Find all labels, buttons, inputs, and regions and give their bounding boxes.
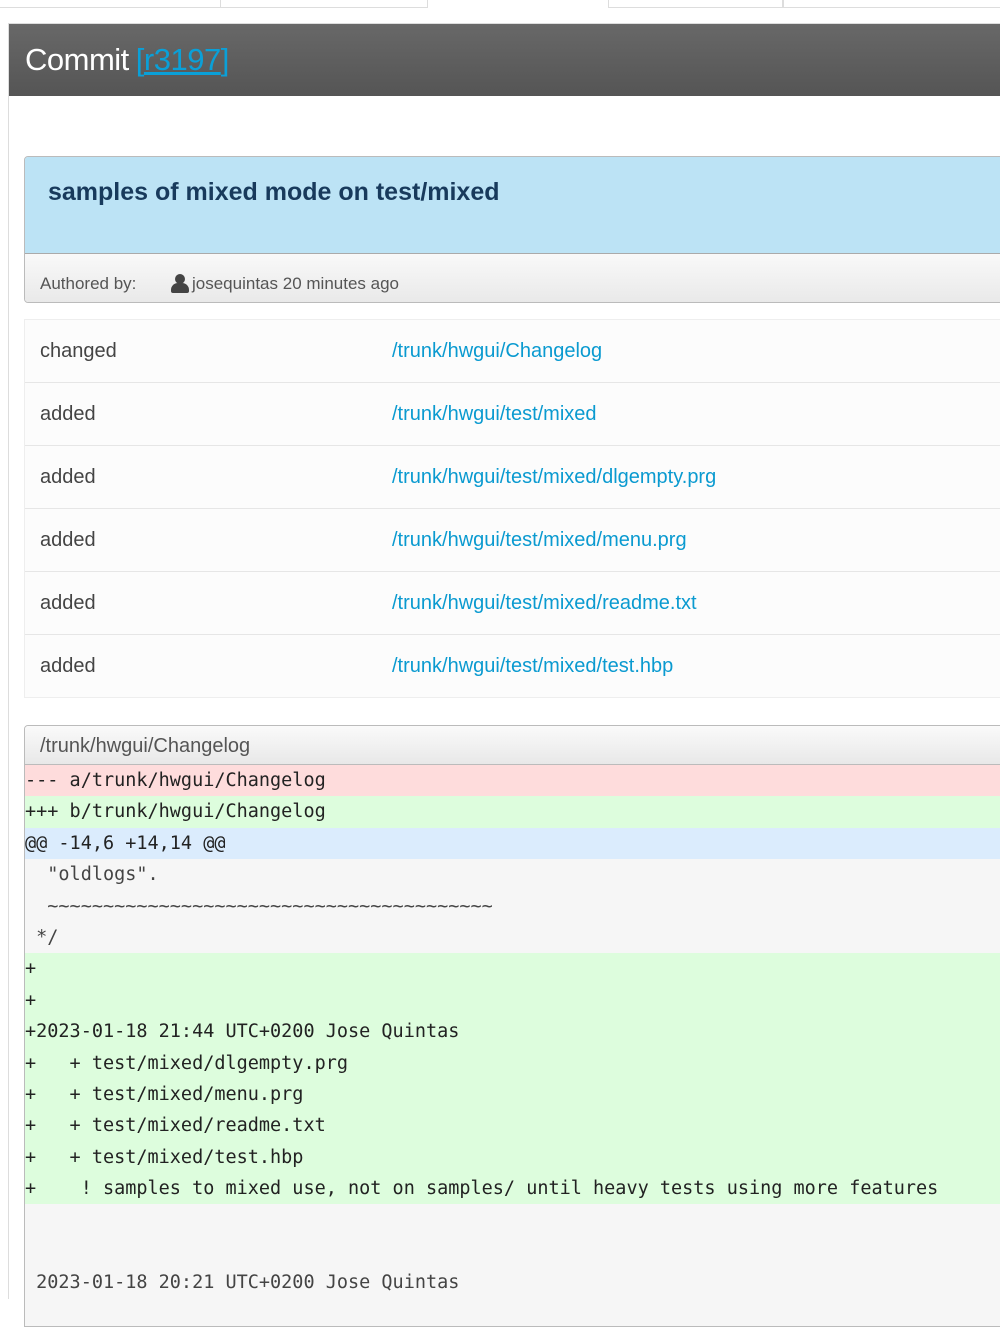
diff-line-ctx: "oldlogs". — [25, 864, 159, 886]
diff-line-ctx — [25, 1204, 1000, 1235]
diff-line-hunk: @@ -14,6 +14,14 @@ — [25, 827, 1000, 860]
changed-files-list: changed/trunk/hwgui/Changelog added/trunk… — [24, 319, 1000, 698]
change-row: added/trunk/hwgui/test/mixed/menu.prg — [25, 509, 1000, 572]
commit-summary: samples of mixed mode on test/mixed Auth… — [24, 156, 1000, 303]
commit-page: Commit [r3197] samples of mixed mode on … — [8, 23, 1000, 1327]
change-path-link[interactable]: /trunk/hwgui/test/mixed/menu.prg — [392, 529, 687, 552]
diff-line-ctx: */ — [25, 926, 59, 948]
authored-by-label: Authored by: — [40, 274, 137, 293]
change-path-link[interactable]: /trunk/hwgui/test/mixed — [392, 403, 597, 426]
diff-line-del: --- a/trunk/hwgui/Changelog — [25, 765, 1000, 797]
change-row: added/trunk/hwgui/test/mixed — [25, 383, 1000, 446]
change-row: added/trunk/hwgui/test/mixed/readme.txt — [25, 572, 1000, 635]
diff-line-add: + ! samples to mixed use, not on samples… — [25, 1173, 1000, 1205]
diff-line-add: + + test/mixed/menu.prg — [25, 1078, 1000, 1111]
diff-line-add: + + test/mixed/readme.txt — [25, 1110, 1000, 1142]
tab[interactable] — [782, 0, 1000, 8]
tab[interactable] — [0, 0, 221, 8]
change-row: added/trunk/hwgui/test/mixed/test.hbp — [25, 635, 1000, 697]
page-header: Commit [r3197] — [9, 24, 1000, 96]
change-action: added — [40, 402, 96, 425]
tab[interactable] — [220, 0, 428, 8]
author-name[interactable]: josequintas — [192, 254, 278, 302]
diff-line-add: + + test/mixed/test.hbp — [25, 1141, 1000, 1174]
top-tabs — [0, 0, 1000, 8]
change-action: added — [40, 654, 96, 677]
tab[interactable] — [608, 0, 784, 8]
page-title: Commit — [25, 42, 129, 77]
change-action: changed — [40, 339, 117, 362]
diff-line-ctx: ~~~~~~~~~~~~~~~~~~~~~~~~~~~~~~~~~~~~~~~~ — [25, 895, 493, 917]
diff-line-ctx — [25, 1236, 1000, 1267]
diff-line-ctx: 2023-01-18 20:21 UTC+0200 Jose Quintas — [25, 1272, 460, 1294]
diff-file-name: /trunk/hwgui/Changelog — [25, 726, 1000, 765]
change-row: changed/trunk/hwgui/Changelog — [25, 320, 1000, 383]
diff-line-add: + — [25, 953, 1000, 985]
commit-time: 20 minutes ago — [282, 274, 399, 293]
diff-line-add: + + test/mixed/dlgempty.prg — [25, 1047, 1000, 1079]
diff-lines: --- a/trunk/hwgui/Changelog +++ b/trunk/h… — [25, 765, 1000, 1299]
user-icon — [170, 274, 190, 294]
commit-message: samples of mixed mode on test/mixed — [25, 157, 1000, 254]
revision-link[interactable]: [r3197] — [136, 42, 230, 78]
change-action: added — [40, 528, 96, 551]
revision-id[interactable]: r3197 — [144, 42, 221, 77]
change-path-link[interactable]: /trunk/hwgui/test/mixed/test.hbp — [392, 655, 673, 678]
change-action: added — [40, 591, 96, 614]
commit-meta: Authored by: josequintas 20 minutes ago — [25, 254, 1000, 302]
change-row: added/trunk/hwgui/test/mixed/dlgempty.pr… — [25, 446, 1000, 509]
diff-line-add: +2023-01-18 21:44 UTC+0200 Jose Quintas — [25, 1016, 1000, 1048]
change-path-link[interactable]: /trunk/hwgui/test/mixed/readme.txt — [392, 592, 697, 615]
diff-line-add: + — [25, 984, 1000, 1017]
diff-line-add: +++ b/trunk/hwgui/Changelog — [25, 796, 1000, 828]
change-path-link[interactable]: /trunk/hwgui/Changelog — [392, 340, 602, 363]
change-action: added — [40, 465, 96, 488]
diff-panel: /trunk/hwgui/Changelog --- a/trunk/hwgui… — [24, 725, 1000, 1327]
change-path-link[interactable]: /trunk/hwgui/test/mixed/dlgempty.prg — [392, 466, 716, 489]
